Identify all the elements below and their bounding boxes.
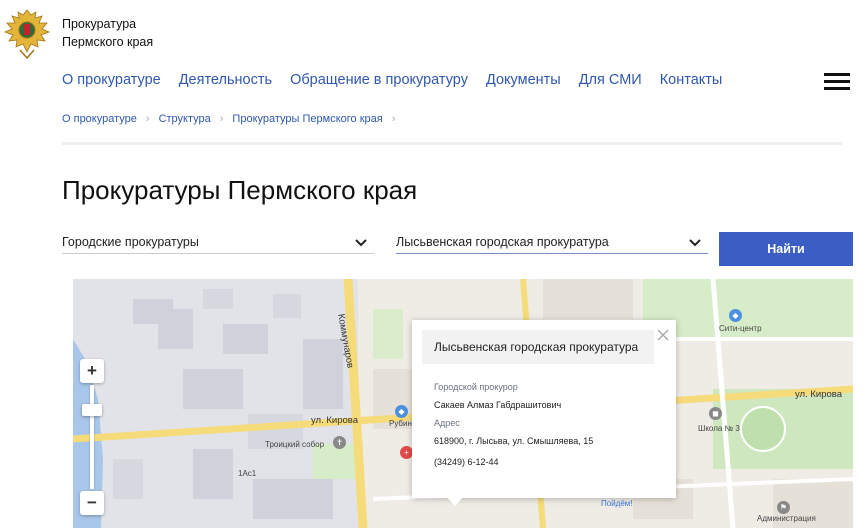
nav-item-about[interactable]: О прокуратуре [62,72,161,88]
close-icon[interactable] [656,328,670,342]
nav-item-appeal[interactable]: Обращение в прокуратуру [290,72,468,88]
site-header: Прокуратура Пермского края [0,0,866,70]
map-label-badge: Пойдём! [601,499,633,508]
map[interactable]: + − Коммунаров ул. Кирова ул. Кирова Тро… [73,279,853,528]
prosecutor-type-value: Городские прокуратуры [62,235,199,249]
map-label-administration: Администрация [757,514,816,523]
map-label-school: Школа № 3 [698,424,740,433]
zoom-out-button[interactable]: − [80,491,104,515]
breadcrumb-item-structure[interactable]: Структура [159,113,211,125]
map-label-rubin: Рубин [389,419,412,428]
chevron-down-icon [355,239,367,247]
divider [62,142,842,145]
nav-item-documents[interactable]: Документы [486,72,561,88]
chevron-down-icon [689,239,701,247]
page-title: Прокуратуры Пермского края [62,175,418,205]
prosecutor-office-value: Лысьвенская городская прокуратура [396,235,609,249]
nav-item-contacts[interactable]: Контакты [660,72,723,88]
chevron-right-icon: › [145,113,150,125]
popup-pointer [445,495,465,506]
chevron-right-icon: › [391,113,396,125]
breadcrumb: О прокуратуре › Структура › Прокуратуры … [62,113,404,125]
school-icon[interactable]: ◼ [709,407,722,420]
find-button[interactable]: Найти [719,232,853,266]
emblem-icon[interactable] [2,6,52,60]
map-label-city-center: Сити-центр [719,324,762,333]
chevron-right-icon: › [219,113,224,125]
nav-item-media[interactable]: Для СМИ [579,72,642,88]
popup-address-label: Адрес [434,418,460,428]
zoom-slider-handle[interactable] [82,404,102,416]
shop-icon[interactable]: ◆ [395,405,408,418]
zoom-in-button[interactable]: + [80,359,104,383]
zoom-track[interactable] [90,385,94,489]
org-name-line1: Прокуратура [62,17,137,31]
main-nav: О прокуратуре Деятельность Обращение в п… [62,72,722,88]
popup-title: Лысьвенская городская прокуратура [422,330,654,364]
nav-item-activity[interactable]: Деятельность [179,72,272,88]
org-name[interactable]: Прокуратура Пермского края [62,15,153,51]
map-label-building: 1Ас1 [238,469,257,478]
church-icon[interactable]: ✝ [333,436,346,449]
breadcrumb-item-current[interactable]: Прокуратуры Пермского края [232,113,382,125]
prosecutor-office-select[interactable]: Лысьвенская городская прокуратура [396,232,708,254]
mall-icon[interactable]: ◆ [729,309,742,322]
org-name-line2: Пермского края [62,35,154,49]
flag-icon[interactable]: ⚑ [777,501,790,514]
hamburger-icon[interactable] [824,73,850,91]
breadcrumb-item-about[interactable]: О прокуратуре [62,113,137,125]
map-label-street-kirova-left: ул. Кирова [311,415,358,426]
prosecutor-type-select[interactable]: Городские прокуратуры [62,232,374,254]
popup-role-value: Сакаев Алмаз Габдрашитович [434,400,562,410]
map-label-street-kirova-right: ул. Кирова [795,389,842,400]
popup-phone: (34249) 6-12-44 [434,457,499,467]
map-label-trinity-cathedral: Троицкий собор [265,440,325,449]
zoom-control: + − [80,359,104,519]
popup-role-label: Городской прокурор [434,382,518,392]
popup-address-value: 618900, г. Лысьва, ул. Смышляева, 15 [434,436,594,446]
map-popup: Лысьвенская городская прокуратура Городс… [412,320,676,498]
